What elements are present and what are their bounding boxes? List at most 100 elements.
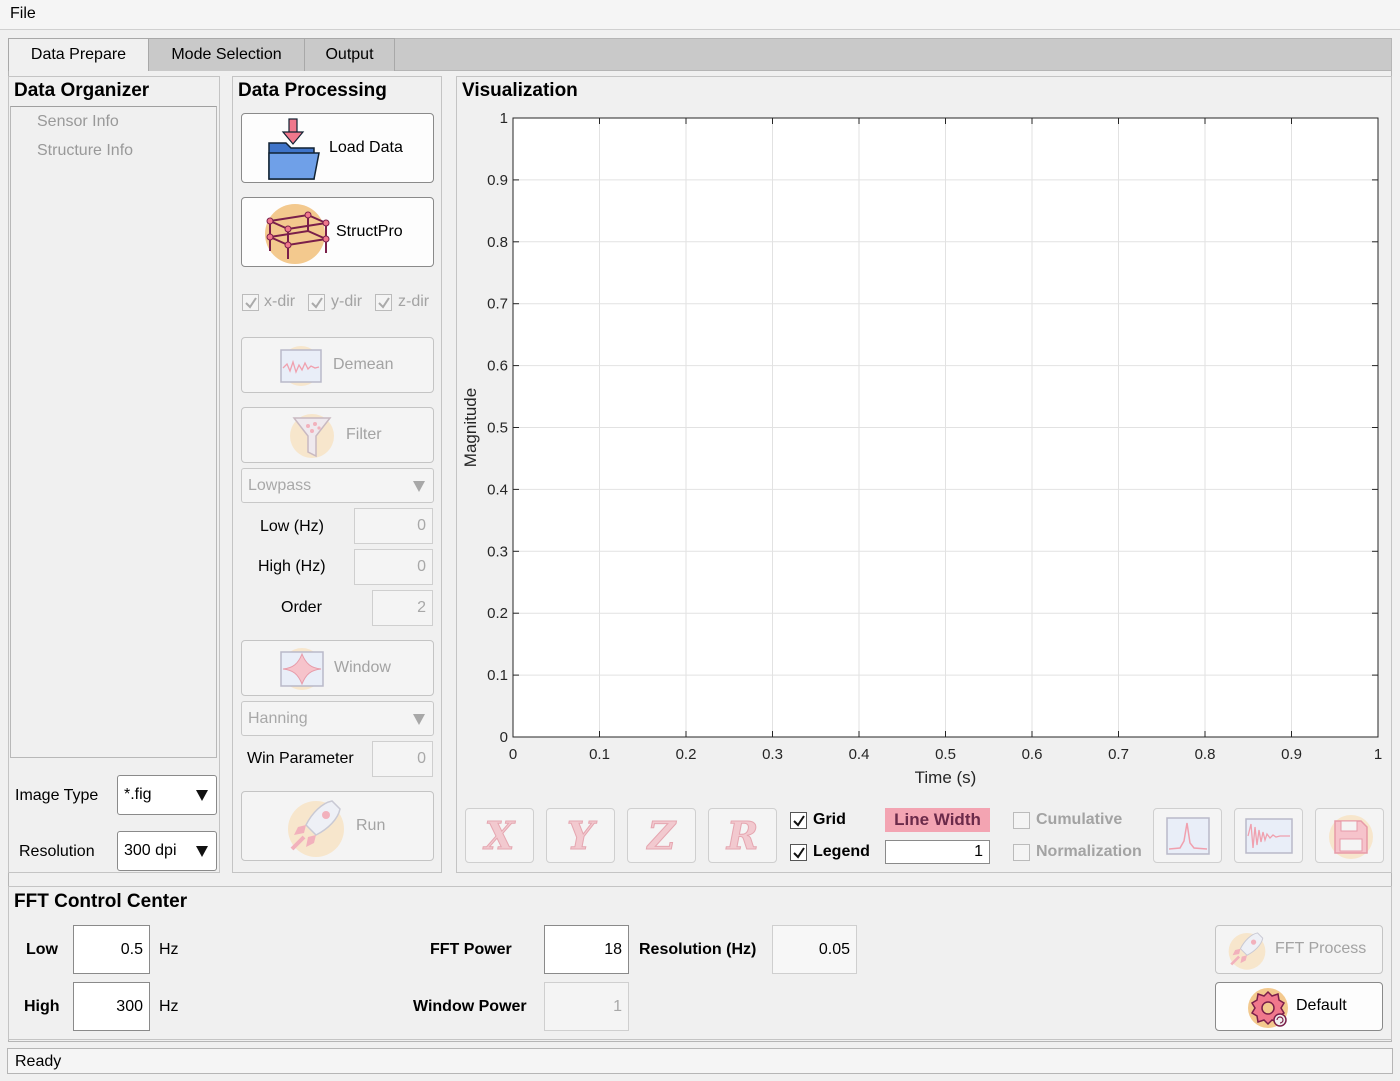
window-button[interactable]: Window (241, 640, 434, 696)
r-axis-button[interactable]: R (708, 808, 777, 863)
filter-type-select[interactable]: Lowpass (241, 468, 434, 503)
order-field[interactable]: 2 (372, 590, 433, 626)
fft-high-unit: Hz (159, 998, 179, 1015)
window-type-value: Hanning (248, 710, 308, 727)
checkmark-icon (311, 297, 323, 309)
x-tick-label: 0.9 (1281, 746, 1302, 763)
x-tick-label: 0.1 (589, 746, 610, 763)
low-hz-field[interactable]: 0 (354, 508, 433, 544)
line-width-field[interactable]: 1 (885, 840, 990, 864)
z-dir-checkbox[interactable] (375, 294, 392, 311)
rocket-icon (1228, 932, 1266, 970)
spectrum-plot-button[interactable] (1153, 808, 1222, 863)
fft-resolution-label: Resolution (Hz) (639, 941, 757, 958)
window-power-field[interactable]: 1 (544, 982, 629, 1031)
checkmark-icon (378, 297, 390, 309)
low-hz-label: Low (Hz) (260, 518, 325, 535)
y-dir-checkbox[interactable] (308, 294, 325, 311)
tab-data-prepare[interactable]: Data Prepare (8, 38, 149, 73)
run-button[interactable]: Run (241, 791, 434, 861)
x-tick-label: 0.3 (762, 746, 783, 763)
fft-high-field[interactable]: 300 (73, 982, 150, 1031)
status-bar: Ready (7, 1048, 1393, 1074)
fft-control-panel (8, 886, 1392, 1040)
r-axis-button-label: R (726, 813, 759, 859)
data-organizer-title: Data Organizer (14, 80, 150, 101)
checkmark-icon (793, 847, 805, 859)
save-figure-button[interactable] (1315, 808, 1384, 863)
y-tick-label: 0.3 (487, 543, 508, 560)
x-tick-label: 1 (1374, 746, 1382, 763)
y-dir-label: y-dir (331, 293, 363, 310)
filter-button[interactable]: Filter (241, 407, 434, 463)
win-parameter-field[interactable]: 0 (372, 741, 433, 777)
structure-frame-icon (265, 204, 330, 264)
legend-label: Legend (813, 843, 870, 860)
cumulative-checkbox[interactable] (1013, 812, 1030, 829)
grid-label: Grid (813, 811, 846, 828)
fft-process-button[interactable]: FFT Process (1215, 925, 1383, 974)
legend-checkbox[interactable] (790, 844, 807, 861)
y-tick-label: 0.5 (487, 420, 508, 437)
z-dir-label: z-dir (398, 293, 430, 310)
grid-checkbox[interactable] (790, 812, 807, 829)
z-axis-button[interactable]: Z (627, 808, 696, 863)
line-width-label: Line Width (885, 808, 990, 832)
y-tick-label: 1 (500, 110, 508, 127)
chevron-down-icon (196, 790, 208, 801)
waveform-icon (280, 346, 322, 386)
load-data-button[interactable]: Load Data (241, 113, 434, 183)
gear-reset-icon (1248, 988, 1288, 1028)
resolution-label: Resolution (19, 843, 95, 860)
normalization-checkbox[interactable] (1013, 844, 1030, 861)
structpro-button[interactable]: StructPro (241, 197, 434, 267)
x-tick-label: 0.2 (676, 746, 697, 763)
tree-item-structure-info[interactable]: Structure Info (37, 142, 133, 160)
status-text: Ready (15, 1053, 62, 1070)
y-tick-label: 0.9 (487, 172, 508, 189)
visualization-plot[interactable]: 0 0.1 0.2 0.3 0.4 0.5 0.6 0.7 0.8 0.9 1 0 0.1 0.2 0.3 0… (456, 104, 1392, 794)
y-tick-label: 0.8 (487, 234, 508, 251)
default-button[interactable]: Default (1215, 982, 1383, 1031)
menu-file[interactable]: File (10, 5, 36, 23)
window-power-label: Window Power (413, 998, 527, 1015)
fft-low-label: Low (26, 941, 58, 958)
fft-power-label: FFT Power (430, 941, 512, 958)
order-label: Order (281, 599, 322, 616)
fft-low-unit: Hz (159, 941, 179, 958)
fft-low-field[interactable]: 0.5 (73, 925, 150, 974)
default-label: Default (1296, 997, 1347, 1014)
window-type-select[interactable]: Hanning (241, 701, 434, 736)
structpro-label: StructPro (336, 223, 403, 240)
image-type-select[interactable]: *.fig (117, 775, 217, 815)
checkmark-icon (245, 297, 257, 309)
tab-output[interactable]: Output (304, 38, 395, 72)
x-tick-label: 0.6 (1022, 746, 1043, 763)
fft-power-field[interactable]: 18 (544, 925, 629, 974)
resolution-select[interactable]: 300 dpi (117, 831, 217, 871)
time-history-plot-button[interactable] (1234, 808, 1303, 863)
x-dir-checkbox[interactable] (242, 294, 259, 311)
y-tick-label: 0.7 (487, 296, 508, 313)
image-type-value: *.fig (124, 786, 152, 803)
x-tick-label: 0.5 (935, 746, 956, 763)
high-hz-field[interactable]: 0 (354, 549, 433, 585)
demean-button[interactable]: Demean (241, 337, 434, 393)
fft-high-label: High (24, 998, 60, 1015)
checkmark-icon (793, 815, 805, 827)
data-tree[interactable] (10, 106, 217, 758)
image-type-label: Image Type (15, 787, 99, 804)
time-history-icon (1245, 818, 1293, 854)
save-icon (1329, 815, 1373, 859)
tree-item-sensor-info[interactable]: Sensor Info (37, 113, 119, 131)
z-axis-button-label: Z (647, 813, 676, 859)
load-data-label: Load Data (329, 139, 403, 156)
x-axis-label: Time (s) (915, 768, 977, 787)
x-tick-label: 0 (509, 746, 517, 763)
y-axis-button[interactable]: Y (546, 808, 615, 863)
tab-mode-selection[interactable]: Mode Selection (148, 38, 305, 72)
x-axis-button-label: X (484, 813, 515, 859)
x-axis-button[interactable]: X (465, 808, 534, 863)
filter-label: Filter (346, 426, 382, 443)
funnel-icon (290, 414, 334, 458)
